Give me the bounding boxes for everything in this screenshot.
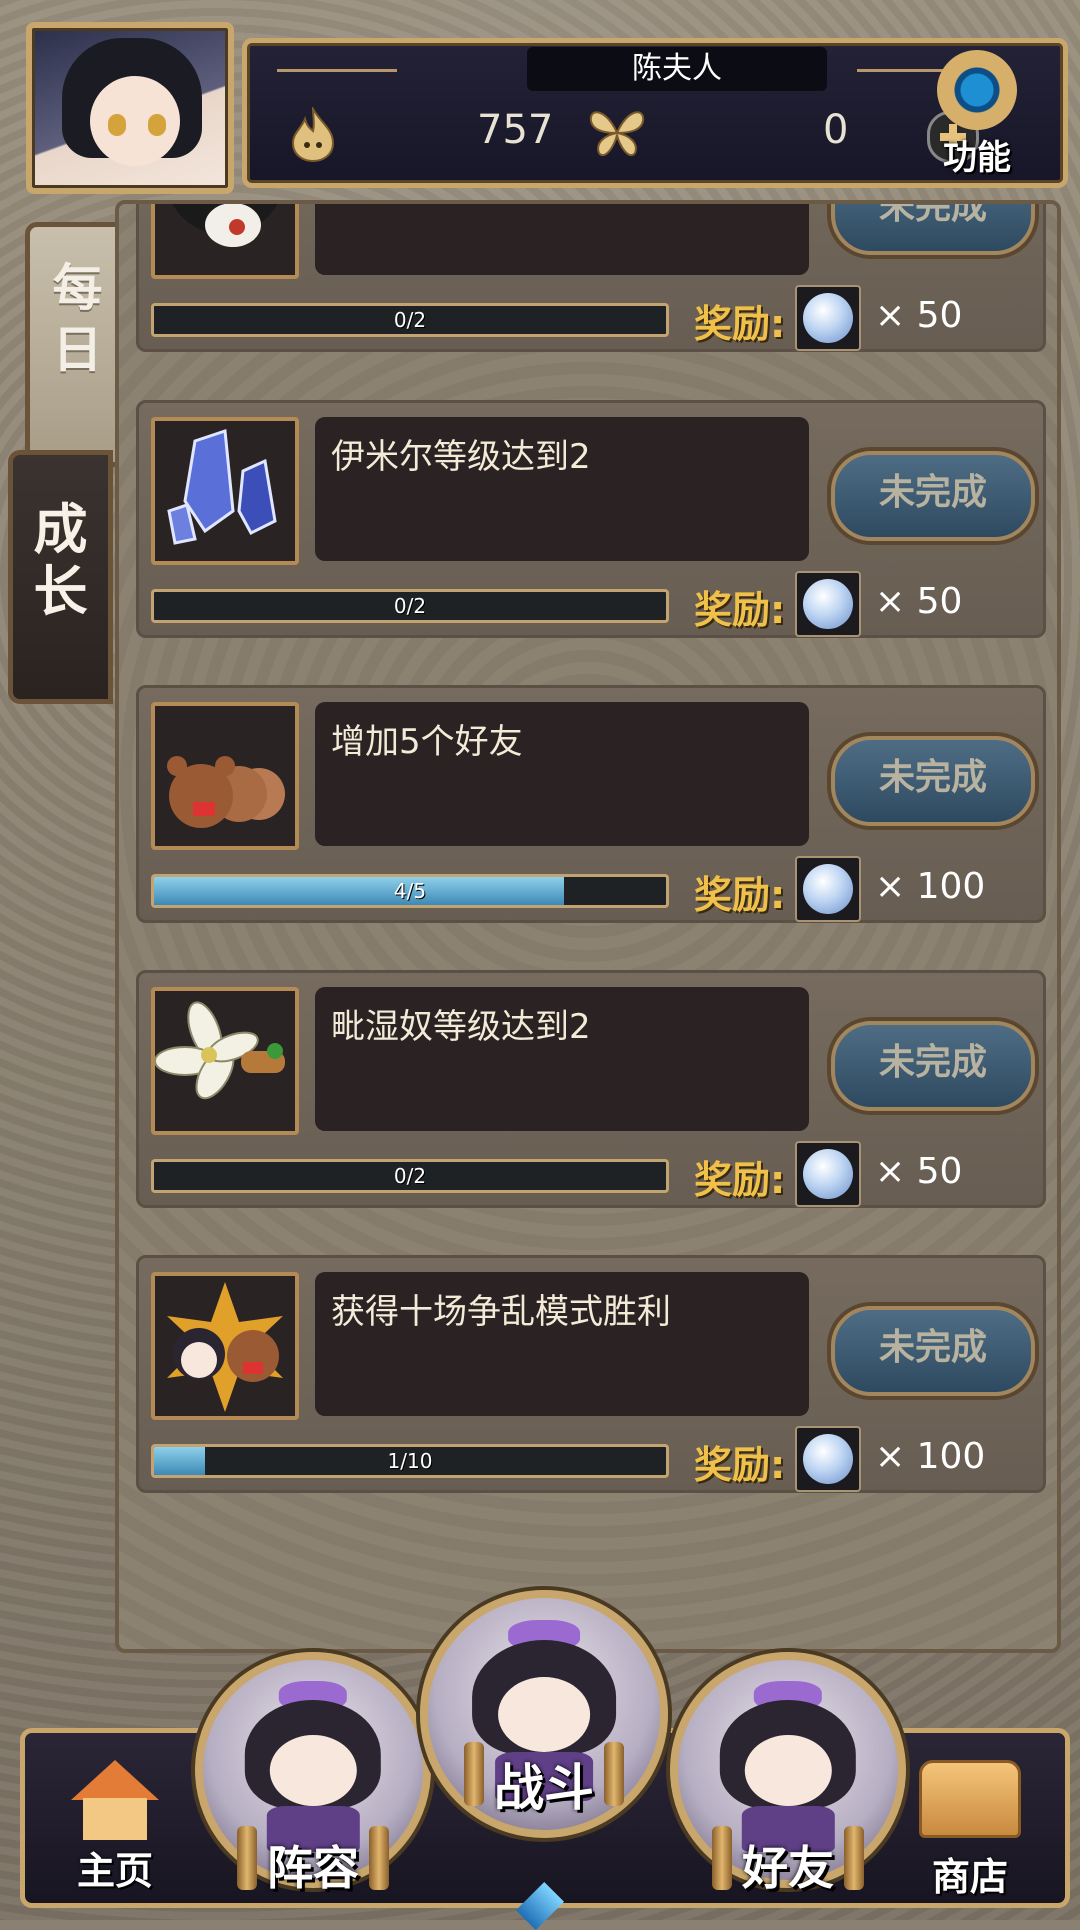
task-status-button[interactable]: 未完成	[831, 204, 1035, 255]
reward-label: 奖励:	[694, 302, 786, 346]
nav-battle-label: 战斗	[464, 1742, 624, 1820]
butterfly-icon	[587, 105, 645, 157]
task-title: 伊米尔等级达到2	[331, 437, 591, 477]
task-card: 获得十场争乱模式胜利 未完成 1/10 奖励: × 100	[136, 1255, 1046, 1493]
reward-quantity: × 100	[875, 866, 986, 907]
currency-2-value: 0	[823, 107, 849, 153]
currency-1-value: 757	[477, 107, 554, 153]
player-name: 陈夫人	[527, 47, 827, 91]
task-description-box: 获得十场争乱模式胜利	[315, 1272, 809, 1416]
task-title: 毗湿奴等级达到2	[331, 1007, 591, 1047]
progress-text: 4/5	[393, 879, 427, 903]
player-avatar[interactable]	[26, 22, 234, 194]
nav-home-label: 主页	[76, 1849, 153, 1893]
task-description-box: 伊米尔等级达到2	[315, 417, 809, 561]
crystal-coin-icon	[795, 1426, 861, 1492]
task-status-button[interactable]: 未完成	[831, 1021, 1035, 1111]
orb-icon	[151, 204, 299, 279]
crystal-coin-icon	[795, 571, 861, 637]
task-progress-bar: 0/2	[151, 1159, 669, 1193]
task-status-button[interactable]: 未完成	[831, 1306, 1035, 1396]
reward-label: 奖励:	[694, 588, 786, 632]
task-title: 增加5个好友	[331, 722, 523, 762]
friends-character-icon	[719, 1680, 857, 1853]
task-list[interactable]: 未完成 0/2 奖励: × 50 伊米尔等级达到2 未完成 0/2 奖励: × …	[115, 200, 1061, 1653]
task-card: 增加5个好友 未完成 4/5 奖励: × 100	[136, 685, 1046, 923]
reward-label: 奖励:	[694, 1443, 786, 1487]
nav-lineup[interactable]: 阵容	[195, 1652, 431, 1895]
nav-shop[interactable]: 商店	[905, 1760, 1035, 1901]
progress-text: 0/2	[393, 308, 427, 332]
treasure-chest-icon	[919, 1760, 1021, 1838]
task-progress-bar: 0/2	[151, 303, 669, 337]
lineup-character-icon	[244, 1680, 382, 1853]
task-card: 毗湿奴等级达到2 未完成 0/2 奖励: × 50	[136, 970, 1046, 1208]
flower-icon	[151, 987, 299, 1135]
bottom-navigation: 主页 阵容 战斗 好友 商店	[0, 1590, 1080, 1930]
reward-quantity: × 50	[875, 581, 963, 622]
crystal-icon	[151, 417, 299, 565]
reward-quantity: × 50	[875, 295, 963, 336]
reward-label: 奖励:	[694, 873, 786, 917]
reward-quantity: × 50	[875, 1151, 963, 1192]
crystal-coin-icon	[795, 856, 861, 922]
task-description-box: 增加5个好友	[315, 702, 809, 846]
function-label: 功能	[943, 138, 1011, 178]
avatar-eye	[148, 114, 166, 136]
decorative-line	[277, 69, 397, 72]
progress-text: 0/2	[393, 594, 427, 618]
task-progress-bar: 1/10	[151, 1444, 669, 1478]
bear-icon	[151, 702, 299, 850]
flame-icon	[287, 105, 339, 163]
task-progress-bar: 4/5	[151, 874, 669, 908]
task-description-box: 毗湿奴等级达到2	[315, 987, 809, 1131]
function-button[interactable]: 功能	[917, 50, 1037, 178]
task-progress-bar: 0/2	[151, 589, 669, 623]
avatar-eye	[108, 114, 126, 136]
task-title: 获得十场争乱模式胜利	[331, 1292, 671, 1332]
crystal-coin-icon	[795, 285, 861, 351]
tab-daily-label: 每日	[52, 259, 103, 379]
nav-friends[interactable]: 好友	[670, 1652, 906, 1895]
reward-quantity: × 100	[875, 1436, 986, 1477]
task-description-box	[315, 204, 809, 275]
versus-icon	[151, 1272, 299, 1420]
crystal-coin-icon	[795, 1141, 861, 1207]
currency-row: 757 0	[291, 103, 979, 167]
house-icon	[71, 1760, 159, 1840]
task-status-button[interactable]: 未完成	[831, 736, 1035, 826]
task-status-button[interactable]: 未完成	[831, 451, 1035, 541]
tab-growth[interactable]: 成长	[8, 450, 113, 704]
nav-home[interactable]: 主页	[50, 1760, 180, 1895]
task-card: 未完成 0/2 奖励: × 50	[136, 204, 1046, 352]
top-header: 陈夫人 757 0 功能	[12, 10, 1068, 194]
task-card: 伊米尔等级达到2 未完成 0/2 奖励: × 50	[136, 400, 1046, 638]
tab-growth-label: 成长	[33, 498, 88, 623]
progress-text: 1/10	[387, 1449, 433, 1473]
reward-label: 奖励:	[694, 1158, 786, 1202]
avatar-face	[90, 76, 180, 166]
nav-lineup-label: 阵容	[237, 1826, 389, 1898]
nav-battle[interactable]: 战斗	[420, 1590, 668, 1838]
gear-icon	[937, 50, 1017, 130]
progress-text: 0/2	[393, 1164, 427, 1188]
nav-shop-label: 商店	[931, 1855, 1008, 1899]
nav-friends-label: 好友	[712, 1826, 864, 1898]
